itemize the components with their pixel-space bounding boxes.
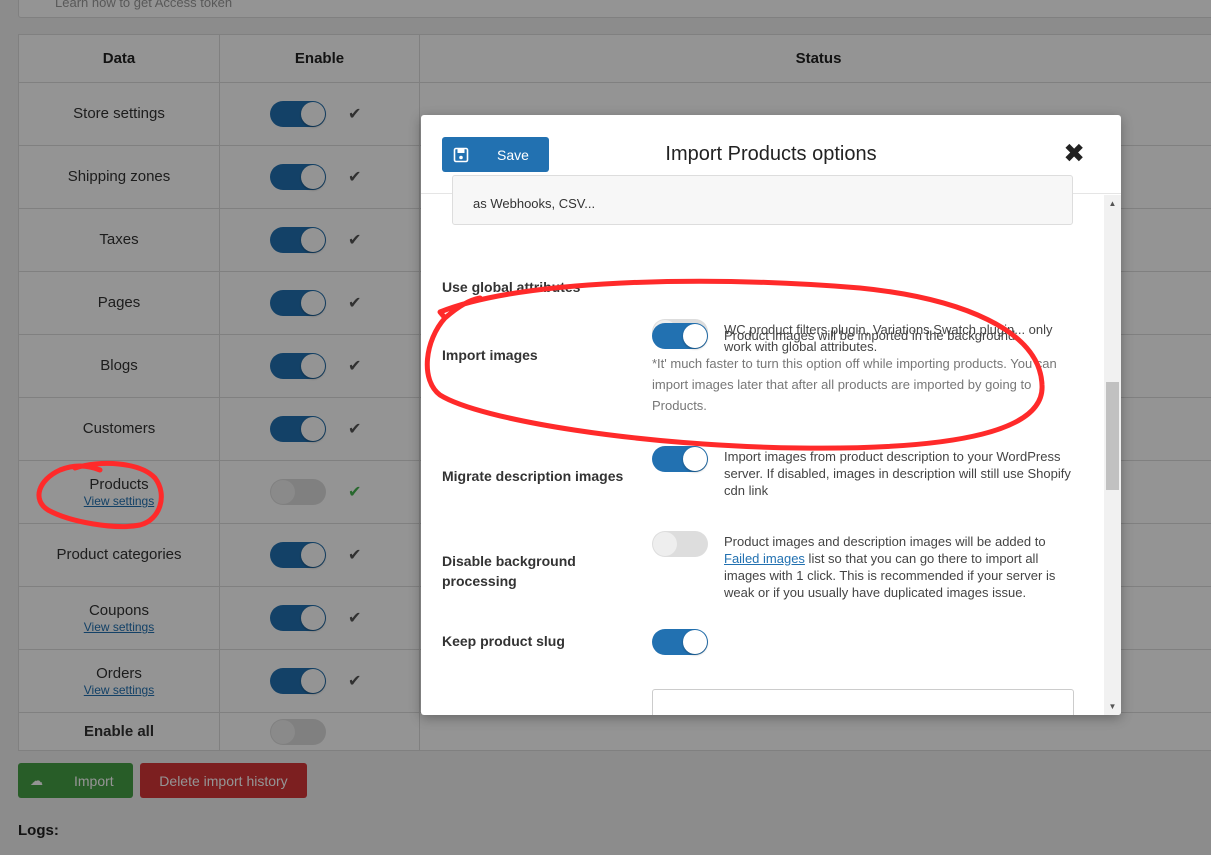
close-icon[interactable]: ✖ — [1063, 140, 1085, 166]
webhooks-textarea-text: as Webhooks, CSV... — [473, 196, 596, 211]
option-note: *It' much faster to turn this option off… — [652, 356, 1057, 413]
scroll-down-icon[interactable]: ▼ — [1104, 702, 1121, 711]
webhooks-textarea[interactable]: as Webhooks, CSV... — [452, 175, 1073, 225]
option-label: Keep product slug — [442, 633, 565, 649]
option-label: Migrate description images — [442, 468, 624, 484]
option-desc: Product images and description images wi… — [724, 533, 1074, 601]
option-desc-prefix: Product images and description images wi… — [724, 534, 1046, 549]
scroll-up-icon[interactable]: ▲ — [1104, 199, 1121, 208]
toggle-import-images[interactable] — [652, 323, 708, 349]
next-option-field[interactable] — [652, 689, 1074, 715]
scrollbar-thumb[interactable] — [1106, 382, 1119, 490]
option-desc: Import images from product description t… — [724, 449, 1071, 498]
option-label: Import images — [442, 347, 538, 363]
toggle-disable-background-processing[interactable] — [652, 531, 708, 557]
modal-title: Import Products options — [665, 143, 877, 165]
toggle-keep-product-slug[interactable] — [652, 629, 708, 655]
failed-images-link[interactable]: Failed images — [724, 551, 805, 566]
option-label: Disable background processing — [442, 553, 576, 589]
import-products-options-modal: Save Import Products options ✖ as Webhoo… — [421, 115, 1121, 715]
modal-scrollbar[interactable]: ▲ ▼ — [1104, 195, 1121, 715]
option-label: Use global attributes — [442, 279, 581, 295]
modal-body: as Webhooks, CSV... Use global attribute… — [421, 175, 1121, 715]
option-desc: Product images will be imported in the b… — [724, 328, 1019, 343]
toggle-migrate-description-images[interactable] — [652, 446, 708, 472]
